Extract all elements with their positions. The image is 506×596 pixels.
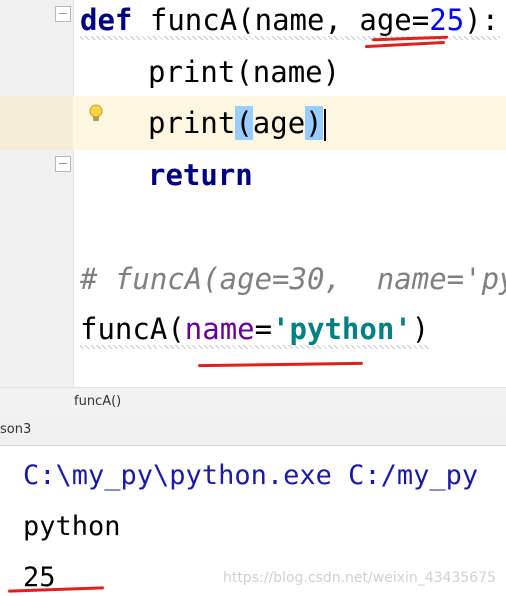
call-keyword-arg: name: [184, 312, 255, 346]
weak-warning-underline: [80, 345, 430, 349]
annotation-underline: [364, 40, 446, 49]
def-equals: =: [411, 3, 430, 37]
console-command: C:\my_py\python.exe C:/my_py: [23, 460, 479, 491]
breadcrumb-bar: funcA(): [0, 387, 506, 417]
print-call: print: [148, 106, 236, 140]
brace-close: ): [305, 106, 323, 140]
call-close: ): [411, 312, 430, 346]
call-string: 'python': [272, 312, 412, 346]
editor-gutter[interactable]: [0, 0, 73, 387]
default-value: 25: [429, 3, 465, 37]
def-keyword: def: [80, 3, 133, 37]
return-keyword: return: [148, 158, 253, 192]
text-caret: [323, 109, 326, 141]
code-line-print-age[interactable]: print(age): [148, 103, 326, 143]
code-line-comment[interactable]: # funcA(age=30, name='pyt: [80, 259, 506, 299]
call-open: (: [167, 312, 185, 346]
watermark: https://blog.csdn.net/weixin_43435675: [222, 570, 496, 586]
fold-marker-icon[interactable]: [55, 156, 71, 172]
run-tab[interactable]: son3: [0, 422, 31, 437]
brace-open: (: [235, 106, 253, 140]
annotation-underline: [197, 361, 364, 368]
console-output-line: python: [23, 511, 121, 542]
param-age: age: [359, 3, 412, 37]
def-params: (name,: [237, 3, 360, 37]
call-equals: =: [254, 312, 273, 346]
code-line-def[interactable]: def funcA(name, age=25):: [80, 0, 499, 40]
print-arg-age: age: [252, 106, 306, 140]
print-args: (name): [235, 55, 341, 89]
function-name: funcA: [149, 3, 238, 37]
gutter-divider: [73, 0, 74, 387]
code-line-print-name[interactable]: print(name): [148, 52, 340, 92]
print-call: print: [148, 55, 236, 89]
run-panel-header: son3: [0, 415, 506, 446]
code-line-return[interactable]: return: [148, 155, 253, 195]
code-editor[interactable]: def funcA(name, age=25): print(name) pri…: [0, 0, 506, 387]
code-line-call[interactable]: funcA(name='python'): [80, 309, 429, 349]
call-function: funcA: [80, 312, 168, 346]
run-console[interactable]: C:\my_py\python.exe C:/my_py python 25 h…: [0, 446, 506, 596]
breadcrumb[interactable]: funcA(): [74, 394, 121, 409]
fold-marker-icon[interactable]: [55, 6, 71, 22]
def-close: ):: [464, 3, 500, 37]
lightbulb-icon[interactable]: [89, 104, 103, 124]
